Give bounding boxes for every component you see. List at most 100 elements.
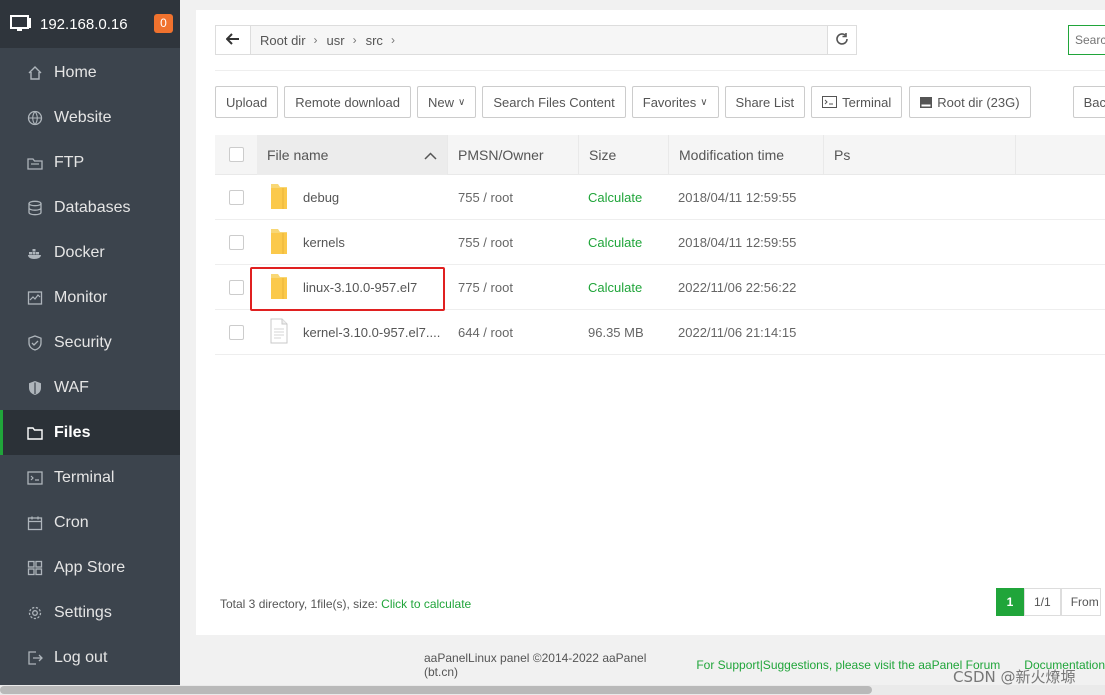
sidebar-item-security[interactable]: Security xyxy=(0,320,180,365)
highlight-box xyxy=(250,267,445,311)
size-cell[interactable]: Calculate xyxy=(588,190,678,205)
sidebar-item-app-store[interactable]: App Store xyxy=(0,545,180,590)
header-modified[interactable]: Modification time xyxy=(669,134,824,175)
sidebar-item-label: App Store xyxy=(54,558,126,576)
terminal-icon xyxy=(822,96,838,108)
size-cell[interactable]: Calculate xyxy=(588,235,678,250)
sidebar-item-label: Cron xyxy=(54,513,89,531)
sidebar-item-terminal[interactable]: Terminal xyxy=(0,455,180,500)
shield-icon xyxy=(27,334,43,351)
header-size-label: Size xyxy=(589,146,617,163)
file-name-cell[interactable]: kernels xyxy=(257,227,458,258)
search-input[interactable] xyxy=(1068,25,1105,55)
sidebar-item-databases[interactable]: Databases xyxy=(0,185,180,230)
sidebar-item-monitor[interactable]: Monitor xyxy=(0,275,180,320)
calendar-icon xyxy=(27,515,43,531)
remote-download-label: Remote download xyxy=(295,94,400,110)
owner-cell[interactable]: 755 / root xyxy=(458,190,588,205)
chevron-right-icon: › xyxy=(390,33,395,47)
waf-shield-icon xyxy=(27,380,43,396)
table-row[interactable]: kernel-3.10.0-957.el7.... 644 / root 96.35… xyxy=(215,310,1105,355)
sidebar-item-home[interactable]: Home xyxy=(0,50,180,95)
table-row[interactable]: linux-3.10.0-957.el7 775 / root Calculate 2… xyxy=(215,265,1105,311)
size-cell: 96.35 MB xyxy=(588,324,644,340)
sidebar-item-label: FTP xyxy=(54,153,85,171)
breadcrumb-item[interactable]: src › xyxy=(366,33,395,48)
upload-button[interactable]: Upload xyxy=(215,86,279,118)
select-all-checkbox[interactable] xyxy=(228,147,244,162)
docker-icon xyxy=(27,245,43,261)
globe-icon xyxy=(27,110,43,126)
file-name[interactable]: kernels xyxy=(303,235,345,250)
sidebar-item-log-out[interactable]: Log out xyxy=(0,635,180,680)
horizontal-scrollbar[interactable] xyxy=(0,685,1105,695)
server-ip[interactable]: 192.168.0.16 xyxy=(40,16,128,33)
file-name-cell[interactable]: debug xyxy=(257,182,458,213)
sidebar-item-label: Settings xyxy=(54,603,112,621)
file-name-cell[interactable]: kernel-3.10.0-957.el7.... xyxy=(257,318,458,347)
notification-badge[interactable]: 0 xyxy=(154,14,173,33)
path-bar[interactable]: Root dir › usr › src › xyxy=(215,25,857,55)
backup-label: Back xyxy=(1083,94,1105,110)
sidebar-item-ftp[interactable]: FTP xyxy=(0,140,180,185)
database-icon xyxy=(27,200,43,216)
row-checkbox-cell xyxy=(215,324,257,340)
header-ps[interactable]: Ps xyxy=(824,134,1016,175)
sidebar-item-settings[interactable]: Settings xyxy=(0,590,180,635)
file-name[interactable]: kernel-3.10.0-957.el7.... xyxy=(303,325,440,340)
terminal-button[interactable]: Terminal xyxy=(811,86,903,118)
breadcrumb-item[interactable]: Root dir › xyxy=(260,33,318,48)
sidebar-item-label: Files xyxy=(54,423,91,441)
owner-cell[interactable]: 755 / root xyxy=(458,235,588,250)
favorites-dropdown-button[interactable]: Favorites ∨ xyxy=(631,86,719,118)
search-content-button[interactable]: Search Files Content xyxy=(482,86,626,118)
header-owner[interactable]: PMSN/Owner xyxy=(448,134,579,175)
breadcrumb: Root dir › usr › src › xyxy=(251,33,395,48)
file-name[interactable]: debug xyxy=(303,190,339,205)
page-count: 1/1 xyxy=(1024,588,1061,616)
terminal-icon xyxy=(27,470,43,486)
scrollbar-thumb[interactable] xyxy=(0,686,872,694)
size-cell[interactable]: Calculate xyxy=(588,280,678,295)
breadcrumb-item[interactable]: usr › xyxy=(327,33,357,48)
sidebar-item-docker[interactable]: Docker xyxy=(0,230,180,275)
sidebar-item-waf[interactable]: WAF xyxy=(0,365,180,410)
chevron-right-icon: › xyxy=(352,33,357,47)
new-dropdown-button[interactable]: New ∨ xyxy=(417,86,477,118)
row-checkbox[interactable] xyxy=(228,324,244,340)
owner-cell[interactable]: 775 / root xyxy=(458,280,588,295)
refresh-icon xyxy=(835,32,849,49)
sidebar-item-website[interactable]: Website xyxy=(0,95,180,140)
sidebar-item-files[interactable]: Files xyxy=(0,410,180,455)
owner-cell[interactable]: 644 / root xyxy=(458,325,588,340)
file-manager-panel: Root dir › usr › src › Upload Remote download… xyxy=(196,10,1105,635)
remote-download-button[interactable]: Remote download xyxy=(284,86,411,118)
refresh-button[interactable] xyxy=(827,25,857,55)
terminal-label: Terminal xyxy=(842,94,892,110)
row-checkbox[interactable] xyxy=(228,279,244,295)
table-row[interactable]: kernels 755 / root Calculate 2018/04/11 12:… xyxy=(215,220,1105,265)
page-1-button[interactable]: 1 xyxy=(996,588,1024,616)
row-checkbox[interactable] xyxy=(228,234,244,250)
gear-icon xyxy=(27,605,43,621)
modified-cell: 2018/04/11 12:59:55 xyxy=(678,234,797,250)
watermark: CSDN @新火燎塬 xyxy=(953,668,1076,686)
sort-chevron-up-icon[interactable] xyxy=(424,147,437,163)
search-content-label: Search Files Content xyxy=(493,94,615,110)
chevron-right-icon: › xyxy=(313,33,318,47)
header-size[interactable]: Size xyxy=(579,134,669,175)
root-dir-button[interactable]: Root dir (23G) xyxy=(909,86,1031,118)
calculate-size-link[interactable]: Click to calculate xyxy=(381,597,471,611)
table-row[interactable]: debug 755 / root Calculate 2018/04/11 12:59… xyxy=(215,175,1105,220)
pagination: 1 1/1 From xyxy=(996,588,1101,616)
modified-cell: 2022/11/06 21:14:15 xyxy=(678,324,797,340)
grid-icon xyxy=(27,560,43,576)
share-list-button[interactable]: Share List xyxy=(724,86,806,118)
sidebar-item-cron[interactable]: Cron xyxy=(0,500,180,545)
back-arrow-button[interactable] xyxy=(216,26,251,54)
row-checkbox[interactable] xyxy=(228,189,244,205)
backup-button[interactable]: Back xyxy=(1072,86,1105,118)
arrow-left-icon xyxy=(225,32,240,48)
header-file-name[interactable]: File name xyxy=(257,134,448,175)
ftp-icon xyxy=(27,155,43,171)
